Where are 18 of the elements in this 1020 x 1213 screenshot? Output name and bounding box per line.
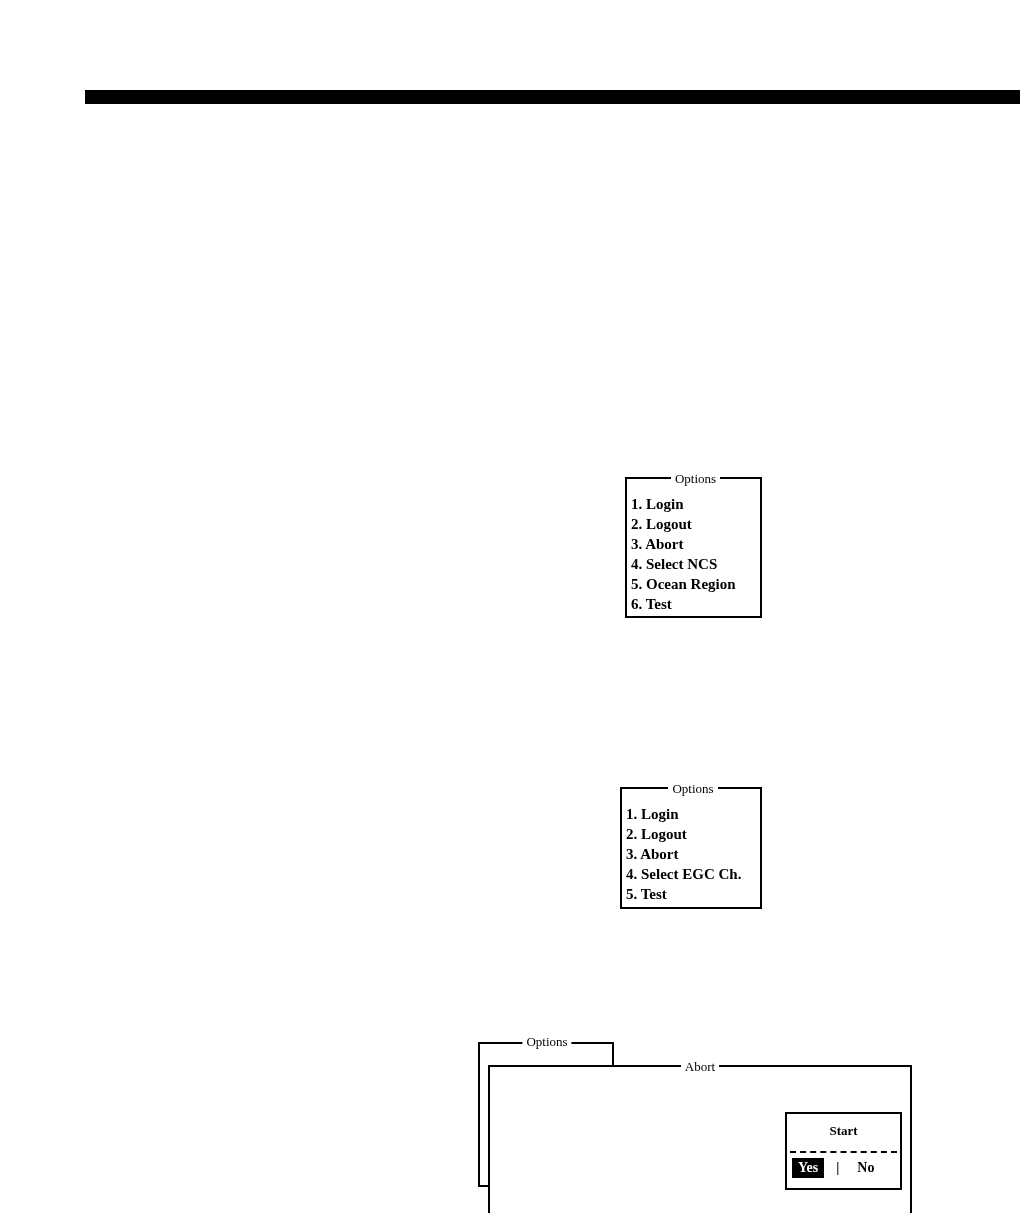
- option-button[interactable]: Yes: [792, 1158, 825, 1178]
- menu-item[interactable]: 4. Select NCS: [631, 554, 718, 574]
- menu-item[interactable]: 2. Logout: [626, 824, 687, 844]
- menu-item[interactable]: 2. Logout: [631, 514, 692, 534]
- menu-item[interactable]: 3. Abort: [631, 534, 684, 554]
- window-title: Abort: [684, 1059, 716, 1075]
- menu-item[interactable]: 1. Login: [626, 804, 679, 824]
- menu-item[interactable]: 3. Abort: [626, 844, 679, 864]
- menu-item[interactable]: 1. Login: [631, 494, 684, 514]
- menu-item[interactable]: 5. Test: [626, 884, 667, 904]
- menu-item[interactable]: 4. Select EGC Ch.: [626, 864, 742, 884]
- menu-item[interactable]: 6. Test: [631, 594, 672, 614]
- prompt-title: Start: [829, 1123, 858, 1139]
- window-title: Options: [674, 471, 717, 487]
- option-button[interactable]: No: [851, 1158, 881, 1178]
- menu-item[interactable]: 5. Ocean Region: [631, 574, 736, 594]
- window-title: Options: [672, 781, 714, 797]
- separator-text: |: [836, 1159, 840, 1177]
